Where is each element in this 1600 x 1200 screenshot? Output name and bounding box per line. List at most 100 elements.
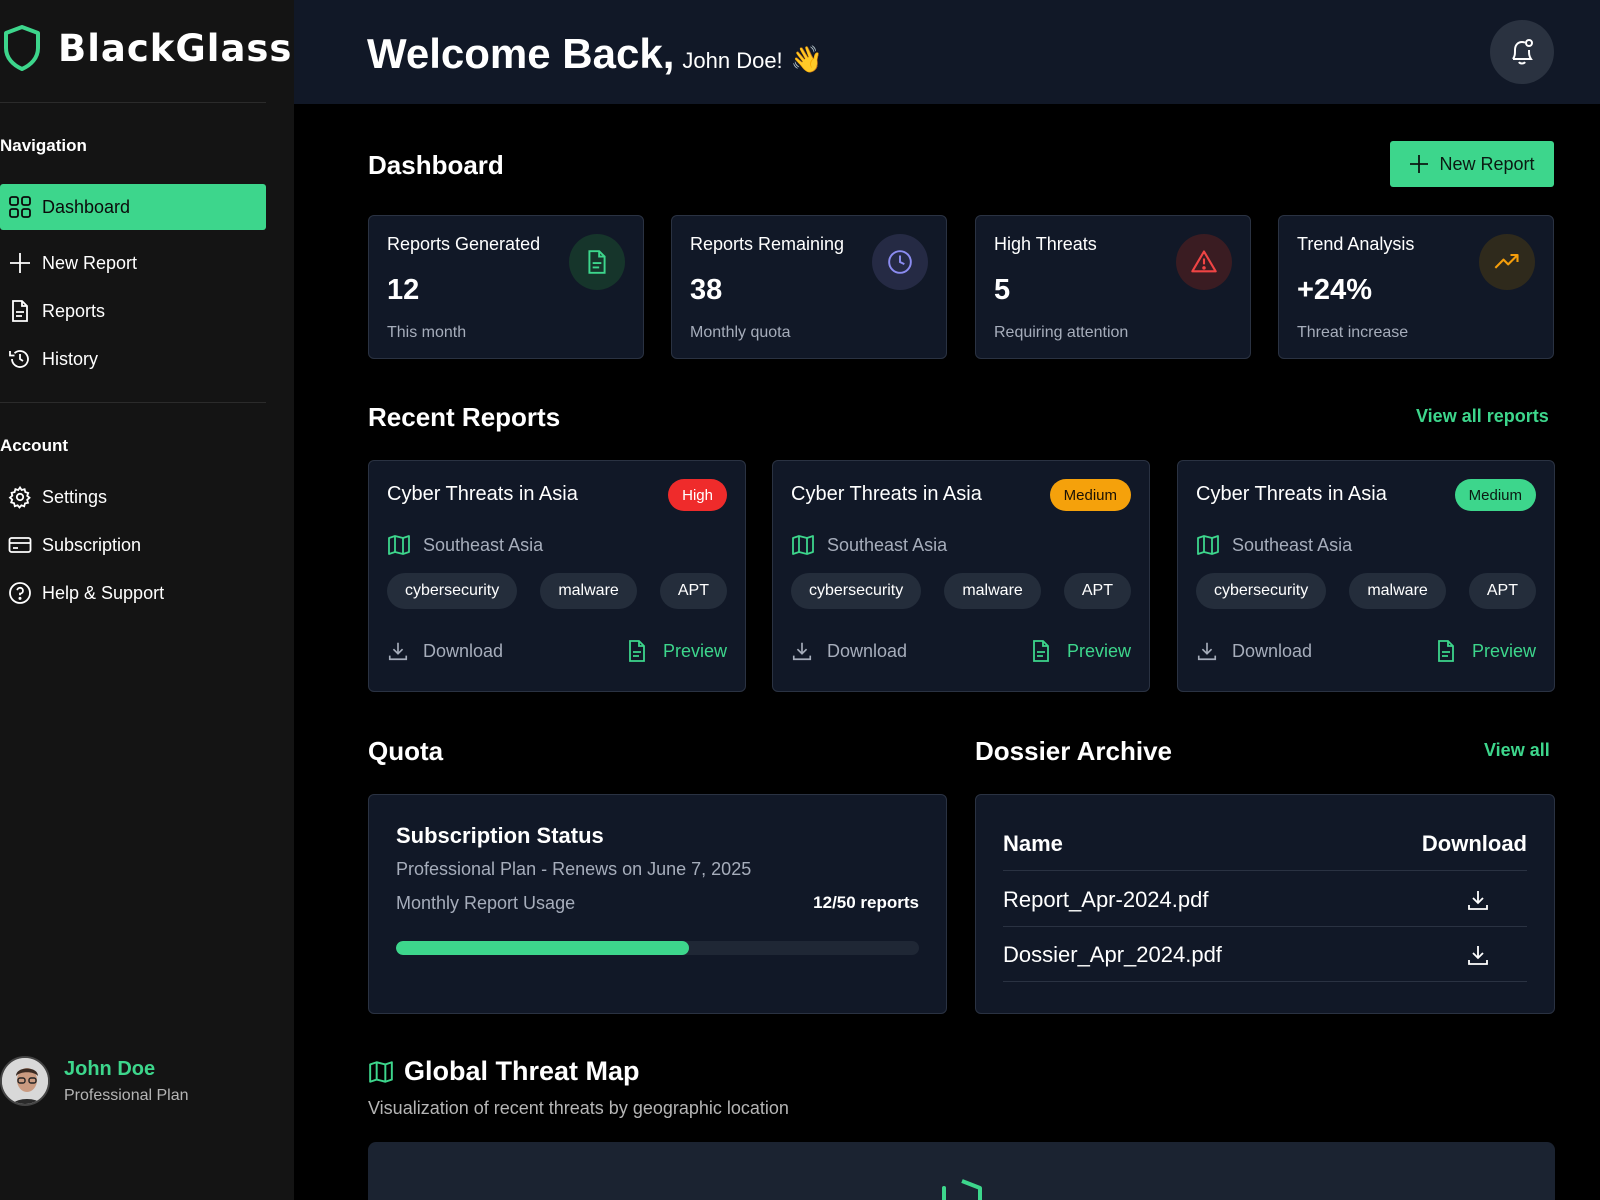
nav-item-label: Reports (42, 300, 106, 321)
welcome-user-name: John Doe! (682, 48, 783, 73)
stat-card-trend-analysis: Trend Analysis +24% Threat increase (1278, 215, 1554, 359)
report-actions: Download Preview (1196, 639, 1536, 663)
account-heading: Account (0, 436, 68, 455)
stat-subtext: Requiring attention (994, 324, 1129, 341)
view-all-reports-link[interactable]: View all reports (1416, 406, 1549, 427)
subscription-status-card: Subscription Status Professional Plan - … (368, 794, 947, 1014)
preview-button[interactable]: Preview (625, 639, 727, 663)
welcome-heading: Welcome Back, (367, 30, 675, 77)
stat-value: 38 (690, 274, 723, 306)
preview-button[interactable]: Preview (1029, 639, 1131, 663)
notifications-button[interactable] (1490, 20, 1554, 84)
threat-map-panel[interactable] (368, 1142, 1555, 1200)
shield-icon (938, 1178, 986, 1200)
preview-label: Preview (662, 640, 727, 661)
report-title: Cyber Threats in Asia (1196, 483, 1387, 505)
recent-reports-title: Recent Reports (368, 402, 561, 432)
clock-icon (872, 234, 928, 290)
document-icon (1029, 639, 1053, 663)
navigation-heading: Navigation (0, 136, 87, 155)
stat-value: +24% (1297, 274, 1372, 306)
download-button[interactable]: Download (387, 640, 503, 662)
stat-label: Reports Generated (387, 234, 541, 254)
view-all-dossiers-link[interactable]: View all (1484, 740, 1550, 761)
nav-item-label: Help & Support (42, 582, 165, 603)
stat-value: 12 (387, 274, 420, 306)
subscription-status-title: Subscription Status (396, 823, 604, 848)
document-icon (569, 234, 625, 290)
tag[interactable]: malware (540, 573, 637, 609)
preview-label: Preview (1066, 640, 1131, 661)
nav-item-settings[interactable]: Settings (0, 474, 266, 520)
nav-item-reports[interactable]: Reports (0, 288, 266, 334)
stat-label: Trend Analysis (1297, 234, 1415, 254)
report-card[interactable]: Cyber Threats in Asia High Southeast Asi… (368, 460, 746, 692)
preview-button[interactable]: Preview (1434, 639, 1536, 663)
stat-value: 5 (994, 274, 1011, 306)
divider (0, 102, 266, 103)
download-button[interactable]: Download (1196, 640, 1312, 662)
nav-item-label: Dashboard (42, 196, 131, 217)
report-card[interactable]: Cyber Threats in Asia Medium Southeast A… (772, 460, 1150, 692)
stat-subtext: Threat increase (1297, 324, 1409, 341)
threat-map-subtitle: Visualization of recent threats by geogr… (368, 1098, 789, 1118)
top-bar: Welcome Back, John Doe! 👋 (294, 0, 1600, 104)
quota-title: Quota (368, 736, 444, 766)
grid-icon (8, 195, 32, 219)
download-icon (1196, 640, 1218, 662)
threat-map-heading: Global Threat Map (368, 1056, 640, 1087)
threat-map-title: Global Threat Map (404, 1056, 640, 1086)
severity-badge: High (668, 479, 727, 511)
tag[interactable]: cybersecurity (387, 573, 518, 609)
brand-name: BlackGlass (58, 26, 293, 70)
nav-item-subscription[interactable]: Subscription (0, 522, 266, 568)
report-actions: Download Preview (387, 639, 727, 663)
user-profile[interactable]: John Doe Professional Plan (0, 1056, 189, 1106)
tag[interactable]: cybersecurity (1196, 573, 1327, 609)
map-icon (791, 533, 815, 557)
usage-count: 12/50 reports (813, 893, 919, 912)
download-button[interactable]: Download (791, 640, 907, 662)
table-row: Dossier_Apr_2024.pdf (1003, 928, 1527, 982)
tag[interactable]: APT (1063, 573, 1131, 609)
tag[interactable]: APT (659, 573, 727, 609)
report-title: Cyber Threats in Asia (791, 483, 982, 505)
file-name[interactable]: Dossier_Apr_2024.pdf (1003, 942, 1222, 968)
download-icon[interactable] (1463, 943, 1493, 967)
divider (0, 402, 266, 403)
dossier-archive-title: Dossier Archive (975, 736, 1173, 766)
map-icon (387, 533, 411, 557)
preview-label: Preview (1471, 640, 1536, 661)
dashboard-title: Dashboard (368, 150, 504, 180)
report-card[interactable]: Cyber Threats in Asia Medium Southeast A… (1177, 460, 1555, 692)
report-title: Cyber Threats in Asia (387, 483, 578, 505)
nav-item-help-support[interactable]: Help & Support (0, 570, 266, 616)
history-icon (8, 347, 32, 371)
welcome-message: Welcome Back, John Doe! 👋 (367, 30, 823, 78)
tag[interactable]: malware (944, 573, 1041, 609)
new-report-button[interactable]: New Report (1390, 141, 1554, 187)
tag[interactable]: malware (1349, 573, 1446, 609)
brand-logo[interactable]: BlackGlass (2, 24, 292, 72)
stat-subtext: This month (387, 324, 467, 341)
nav-item-dashboard[interactable]: Dashboard (0, 184, 266, 230)
report-actions: Download Preview (791, 639, 1131, 663)
tag[interactable]: APT (1468, 573, 1536, 609)
credit-card-icon (8, 533, 32, 557)
stat-card-high-threats: High Threats 5 Requiring attention (975, 215, 1251, 359)
map-icon (1196, 533, 1220, 557)
download-icon (791, 640, 813, 662)
file-name[interactable]: Report_Apr-2024.pdf (1003, 887, 1208, 913)
nav-item-label: History (42, 348, 99, 369)
nav-item-label: Subscription (42, 534, 142, 555)
document-icon (1434, 639, 1458, 663)
trending-up-icon (1479, 234, 1535, 290)
new-report-label: New Report (1439, 153, 1535, 174)
tag[interactable]: cybersecurity (791, 573, 922, 609)
download-icon[interactable] (1463, 888, 1493, 912)
download-label: Download (827, 640, 908, 661)
table-row: Report_Apr-2024.pdf (1003, 873, 1527, 927)
alert-icon (1176, 234, 1232, 290)
nav-item-new-report[interactable]: New Report (0, 240, 266, 286)
nav-item-history[interactable]: History (0, 336, 266, 382)
